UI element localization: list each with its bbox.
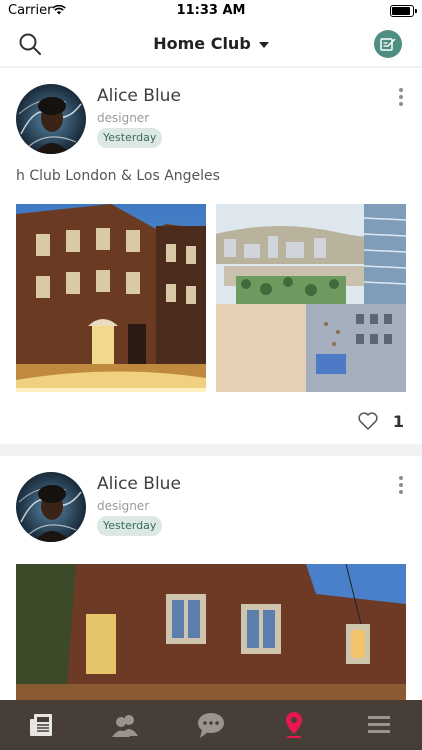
post-caption: h Club London & Los Angeles [16, 168, 220, 184]
tab-bar [0, 700, 422, 750]
author-role: designer [97, 499, 150, 513]
more-options-icon[interactable] [398, 476, 404, 497]
post-photo[interactable] [16, 564, 406, 700]
location-pin-icon[interactable] [279, 710, 309, 740]
page-title: Home Club [153, 34, 251, 53]
author-name[interactable]: Alice Blue [97, 86, 181, 106]
post-photo[interactable] [16, 204, 206, 392]
chat-icon[interactable] [196, 710, 226, 740]
caret-down-icon [258, 41, 269, 48]
nav-bar: Home Club [0, 22, 422, 66]
menu-icon[interactable] [364, 710, 394, 740]
like-count: 1 [392, 412, 404, 431]
heart-icon[interactable] [358, 412, 378, 430]
author-role: designer [97, 111, 150, 125]
news-icon[interactable] [28, 710, 58, 740]
post-card: Alice Blue designer Yesterday h Club Lon… [0, 68, 422, 444]
author-name[interactable]: Alice Blue [97, 474, 181, 494]
battery-icon [390, 5, 417, 17]
status-bar: Carrier 11:33 AM [0, 0, 422, 22]
compose-icon [380, 38, 396, 51]
avatar[interactable] [16, 472, 86, 542]
compose-button[interactable] [374, 30, 402, 58]
avatar[interactable] [16, 84, 86, 154]
club-selector[interactable]: Home Club [0, 34, 422, 53]
time-badge: Yesterday [97, 128, 163, 148]
post-card: Alice Blue designer Yesterday [0, 456, 422, 700]
members-icon[interactable] [110, 710, 140, 740]
clock: 11:33 AM [176, 3, 246, 18]
time-badge: Yesterday [97, 516, 163, 536]
more-options-icon[interactable] [398, 88, 404, 109]
post-photo[interactable] [216, 204, 406, 392]
